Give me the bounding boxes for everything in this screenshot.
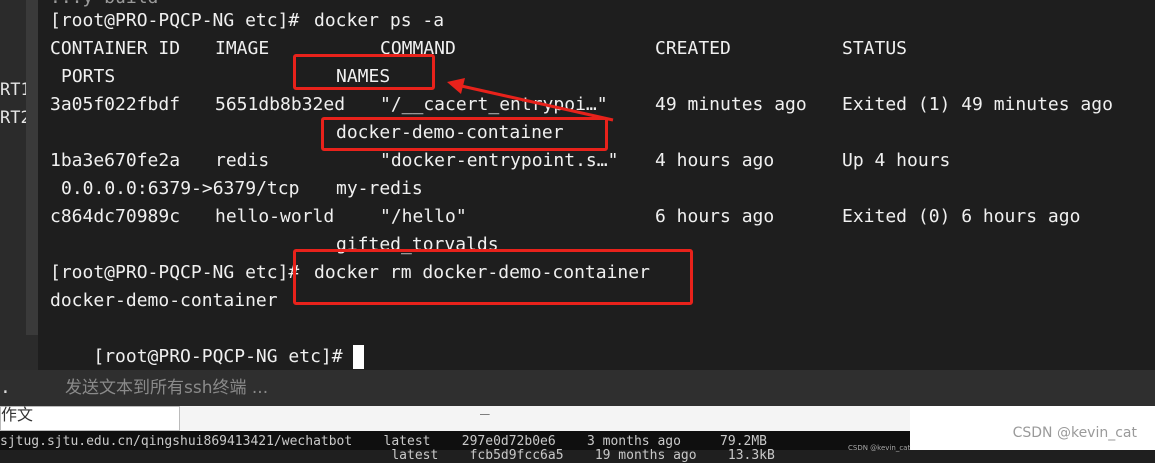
send-to-all-bar[interactable]: . 发送文本到所有ssh终端 ... (0, 370, 1155, 406)
header-status: STATUS (842, 38, 908, 59)
prompt: [root@PRO-PQCP-NG etc]# (50, 262, 300, 283)
row-image: redis (215, 150, 270, 171)
background-mid-text: _ (480, 396, 490, 415)
header-image: IMAGE (215, 38, 270, 59)
row-command: "docker-entrypoint.s…" (380, 150, 619, 171)
highlight-box-names (293, 54, 435, 90)
background-terminal: sjtug.sjtu.edu.cn/qingshui869413421/wech… (0, 431, 910, 463)
prompt: [root@PRO-PQCP-NG etc]# (50, 10, 300, 31)
table-row: 3a05f022fbdf 5651db8b32ed "/__cacert_ent… (50, 91, 1113, 119)
header-container-id: CONTAINER ID (50, 38, 181, 59)
table-row-wrap: 0.0.0.0:6379->6379/tcp my-redis (50, 175, 423, 203)
row-created: 49 minutes ago (655, 94, 807, 115)
row-created: 4 hours ago (655, 150, 775, 171)
table-row-wrap: docker-demo-container (50, 119, 564, 147)
table-row-wrap: gifted_torvalds (50, 231, 499, 259)
background-left-box: 作文 (0, 405, 180, 431)
command-line-ps: [root@PRO-PQCP-NG etc]# docker ps -a (50, 7, 444, 35)
row-status: Exited (1) 49 minutes ago (842, 94, 1113, 115)
row-name: my-redis (336, 178, 423, 199)
table-row: c864dc70989c hello-world "/hello" 6 hour… (50, 203, 1080, 231)
background-left-text: 作文 (1, 405, 34, 424)
row-command: "/hello" (380, 206, 467, 227)
command-output: docker-demo-container (50, 290, 278, 311)
highlight-box-rm-command (293, 249, 693, 305)
row-created: 6 hours ago (655, 206, 775, 227)
row-image: 5651db8b32ed (215, 94, 346, 115)
header-ports: PORTS (61, 66, 116, 87)
table-row: 1ba3e670fe2a redis "docker-entrypoint.s…… (50, 147, 950, 175)
row-image: hello-world (215, 206, 335, 227)
background-mid: _ (180, 396, 910, 431)
table-header-wrap: PORTS NAMES (50, 63, 390, 91)
background-window: 作文 _ sjtug.sjtu.edu.cn/qingshui869413421… (0, 396, 1155, 463)
header-created: CREATED (655, 38, 731, 59)
prompt: [root@PRO-PQCP-NG etc]# (93, 346, 343, 367)
send-input-placeholder[interactable]: 发送文本到所有ssh终端 ... (65, 370, 268, 406)
row-ports: 0.0.0.0:6379->6379/tcp (61, 178, 300, 199)
table-header: CONTAINER ID IMAGE COMMAND CREATED STATU… (50, 35, 907, 63)
left-scrollbar[interactable] (26, 0, 38, 335)
command-line-rm: [root@PRO-PQCP-NG etc]# docker rm docker… (50, 259, 650, 287)
row-id: 3a05f022fbdf (50, 94, 181, 115)
command-line-current[interactable]: [root@PRO-PQCP-NG etc]# (50, 315, 364, 369)
small-watermark: CSDN @kevin_cat (848, 444, 911, 452)
command-text: docker ps -a (314, 10, 445, 31)
background-row: latest fcb5d9fcc6a5 19 months ago 13.3kB (0, 448, 775, 463)
csdn-watermark: CSDN @kevin_cat (1012, 425, 1137, 441)
annotation-arrow (447, 78, 614, 122)
row-status: Exited (0) 6 hours ago (842, 206, 1081, 227)
background-row: sjtug.sjtu.edu.cn/qingshui869413421/wech… (0, 434, 768, 449)
text-cursor (352, 345, 364, 369)
row-status: Up 4 hours (842, 150, 951, 171)
row-id: 1ba3e670fe2a (50, 150, 181, 171)
terminal-window[interactable]: ...y build [root@PRO-PQCP-NG etc]# docke… (38, 0, 1155, 370)
row-id: c864dc70989c (50, 206, 181, 227)
